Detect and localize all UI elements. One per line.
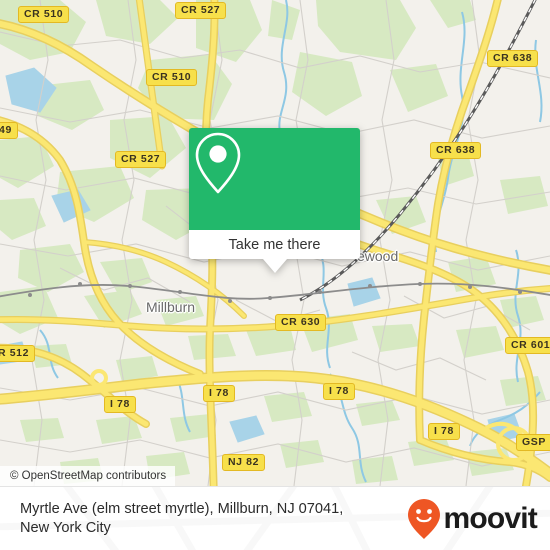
shield-i78-a[interactable]: I 78	[203, 385, 235, 402]
shield-i78-b[interactable]: I 78	[323, 383, 355, 400]
osm-attribution-text: © OpenStreetMap contributors	[10, 470, 167, 482]
address-line-1: Myrtle Ave (elm street myrtle), Millburn…	[20, 500, 344, 517]
moovit-map-screenshot: CR 510 CR 527 CR 638 CR 510 49 CR 638 CR…	[0, 0, 550, 550]
shield-gsp[interactable]: GSP	[516, 434, 550, 451]
footer-bar: Myrtle Ave (elm street myrtle), Millburn…	[0, 486, 550, 550]
take-me-there-label: Take me there	[228, 236, 321, 253]
shield-cr-527-b[interactable]: CR 527	[115, 151, 167, 168]
shield-i78-d[interactable]: I 78	[428, 423, 460, 440]
shield-cr-527-a[interactable]: CR 527	[175, 2, 227, 19]
map-pin-icon	[195, 132, 241, 194]
shield-cr-601[interactable]: CR 601	[505, 337, 550, 354]
shield-cr-638-a[interactable]: CR 638	[487, 50, 539, 67]
shield-cr-510-a[interactable]: CR 510	[18, 6, 70, 23]
place-label-maplewood: ewood	[357, 248, 399, 264]
shield-cr-630[interactable]: CR 630	[275, 314, 327, 331]
shield-cr-510-b[interactable]: CR 510	[146, 69, 198, 86]
osm-attribution[interactable]: © OpenStreetMap contributors	[0, 466, 176, 486]
shield-i78-c[interactable]: I 78	[104, 396, 136, 413]
popup-icon-area	[189, 128, 360, 230]
moovit-wordmark: moovit	[443, 501, 537, 535]
location-popup-card[interactable]: Take me there	[189, 128, 360, 273]
moovit-brand-logo[interactable]: moovit	[407, 498, 538, 540]
address-line-2: New York City	[20, 519, 111, 536]
take-me-there-button[interactable]: Take me there	[189, 230, 360, 273]
moovit-pin-smiley-icon	[408, 498, 441, 539]
shield-cr-512[interactable]: R 512	[0, 345, 36, 362]
shield-49[interactable]: 49	[0, 122, 18, 139]
map-canvas[interactable]: CR 510 CR 527 CR 638 CR 510 49 CR 638 CR…	[0, 0, 550, 486]
shield-cr-638-b[interactable]: CR 638	[430, 142, 482, 159]
shield-nj-82[interactable]: NJ 82	[222, 454, 266, 471]
place-label-millburn: Millburn	[146, 299, 196, 315]
popup-tail-pointer	[262, 259, 287, 273]
address-text: Myrtle Ave (elm street myrtle), Millburn…	[20, 500, 405, 538]
